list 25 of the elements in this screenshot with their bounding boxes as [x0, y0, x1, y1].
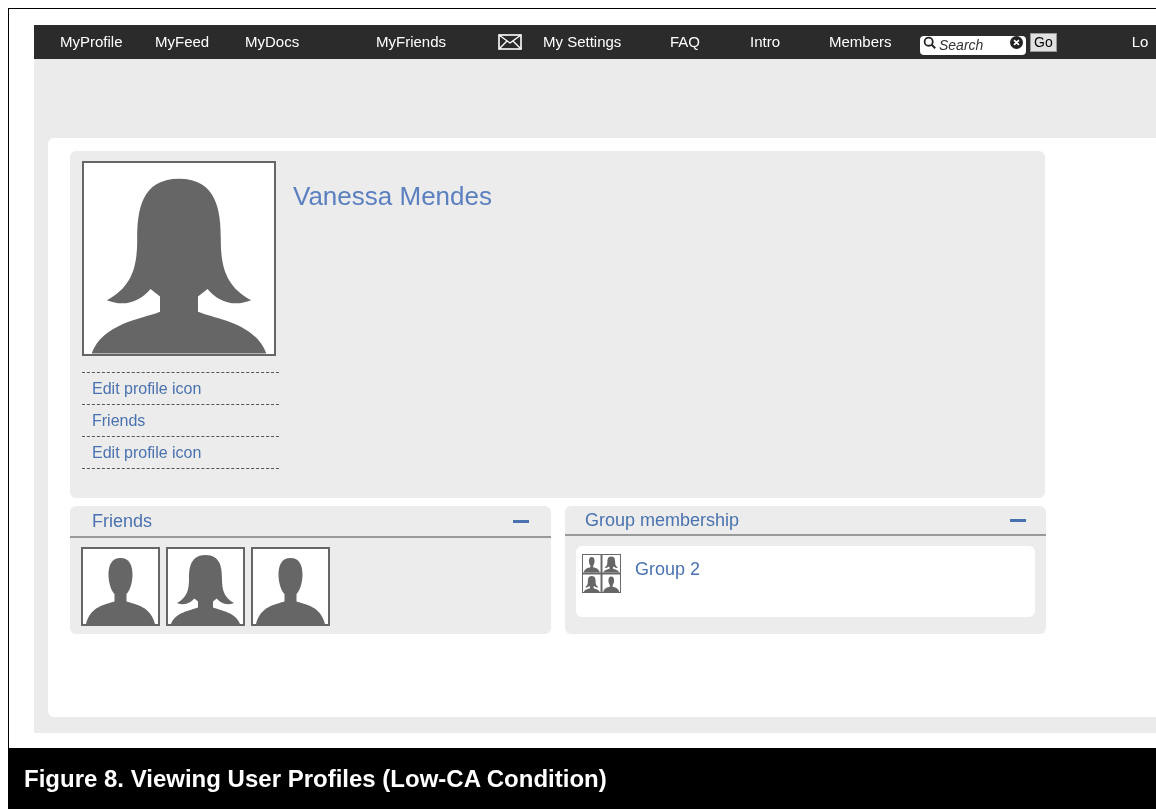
nav-link[interactable]: MyFeed — [155, 33, 210, 50]
panel-title: Friends — [92, 509, 153, 533]
go-button[interactable]: Go — [1030, 32, 1057, 52]
search-field[interactable]: Search — [920, 35, 1026, 55]
profile-link[interactable]: Edit profile icon — [92, 376, 202, 401]
nav-link[interactable]: Intro — [750, 33, 780, 50]
nav-link[interactable]: FAQ — [670, 33, 700, 50]
nav-link[interactable]: MyProfile — [60, 33, 123, 50]
figure-caption: Figure 8. Viewing User Profiles (Low-CA Condition) — [8, 748, 1156, 809]
nav-link[interactable]: Lo — [1131, 33, 1149, 50]
nav-link[interactable]: MyDocs — [245, 33, 300, 50]
nav-link[interactable]: MyFriends — [376, 33, 446, 50]
clear-icon[interactable] — [1010, 35, 1023, 49]
profile-link[interactable]: Friends — [92, 408, 146, 433]
collapse-icon[interactable] — [513, 519, 529, 523]
group-icon — [582, 554, 621, 593]
panel-title: Group membership — [585, 508, 740, 532]
profile-name: Vanessa Mendes — [293, 183, 492, 209]
collapse-icon[interactable] — [1010, 518, 1026, 522]
group-link[interactable]: Group 2 — [635, 556, 701, 583]
profile-link[interactable]: Edit profile icon — [92, 440, 202, 465]
search-icon — [923, 35, 936, 49]
nav-link[interactable]: Members — [829, 33, 892, 50]
mail-icon[interactable] — [498, 34, 522, 50]
nav-link[interactable]: My Settings — [543, 33, 622, 50]
